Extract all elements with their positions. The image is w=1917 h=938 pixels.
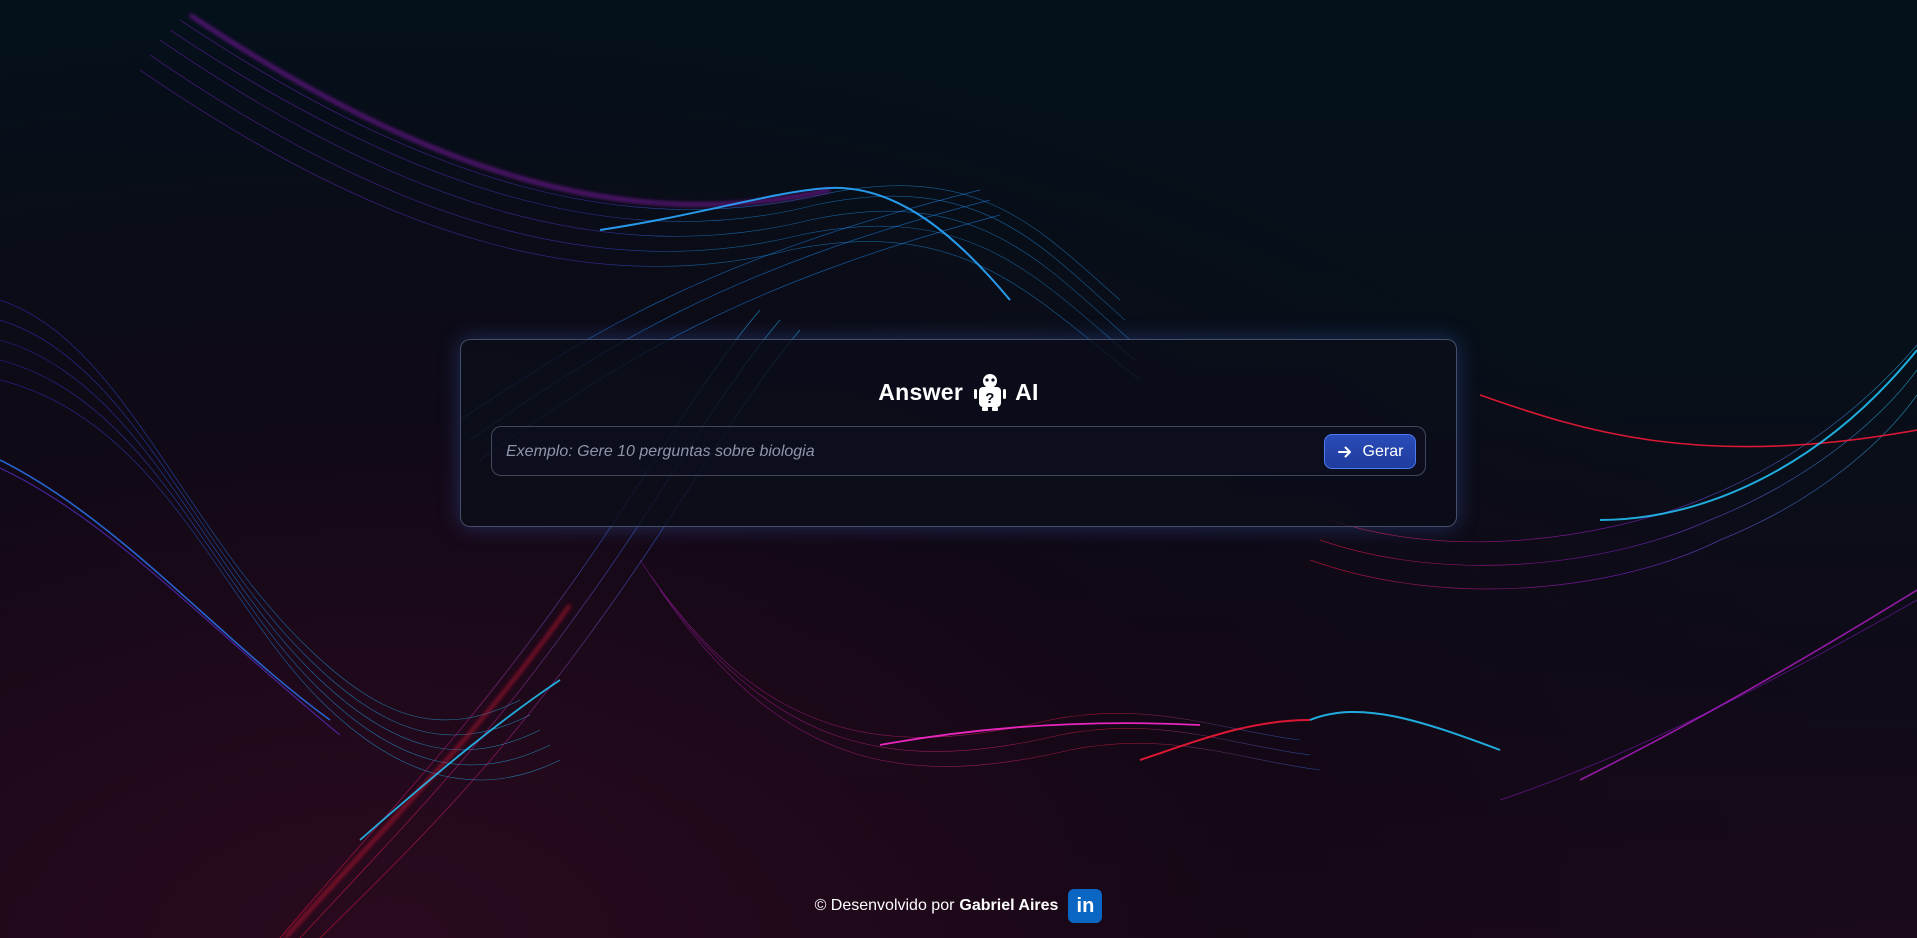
page-background: Answer ? AI Gerar xyxy=(0,0,1917,938)
footer-author: Gabriel Aires xyxy=(959,897,1059,914)
footer-credit: © Desenvolvido por xyxy=(814,897,955,914)
prompt-bar: Gerar xyxy=(491,426,1426,477)
generate-button[interactable]: Gerar xyxy=(1324,434,1416,469)
linkedin-icon-text: in xyxy=(1076,894,1095,917)
app-title-right: AI xyxy=(1015,378,1039,405)
prompt-card: Answer ? AI Gerar xyxy=(460,339,1457,527)
prompt-input[interactable] xyxy=(504,427,1308,477)
app-title-left: Answer xyxy=(878,378,964,405)
linkedin-icon[interactable]: in xyxy=(1068,889,1103,923)
app-title: Answer ? AI xyxy=(461,370,1456,414)
arrow-right-icon xyxy=(1337,446,1351,457)
svg-text:?: ? xyxy=(985,390,994,407)
generate-button-label: Gerar xyxy=(1362,442,1404,460)
robot-question-icon: ? xyxy=(974,374,1007,411)
footer: © Desenvolvido por Gabriel Aires in xyxy=(0,888,1917,924)
